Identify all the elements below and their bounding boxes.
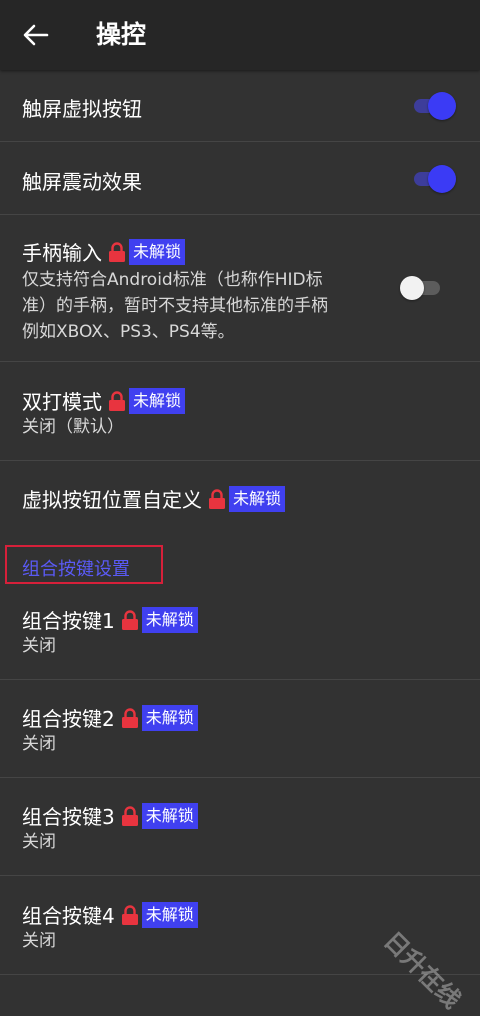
arrow-left-icon [23,24,49,46]
setting-description: 仅支持符合Android标准（也称作HID标 准）的手柄，暂时不支持其他标准的手… [22,267,328,345]
setting-title-group: 组合按键2 未解锁 [22,703,198,732]
touch-vibration-toggle[interactable] [410,165,456,193]
setting-title-group: 虚拟按钮位置自定义 未解锁 [22,484,286,513]
setting-title-group: 组合按键1 未解锁 [22,605,198,634]
setting-label: 组合按键2 [22,707,115,731]
setting-label: 触屏震动效果 [22,170,142,194]
combo-key-1[interactable]: 组合按键1 未解锁 关闭 [0,587,480,680]
locked-badge: 未解锁 [129,238,186,265]
gamepad-input-toggle[interactable] [400,274,446,302]
description-line: 仅支持符合Android标准（也称作HID标 [22,270,323,290]
setting-label: 双打模式 [22,390,102,414]
locked-badge: 未解锁 [141,606,198,633]
back-button[interactable] [14,15,58,55]
description-line: 例如XBOX、PS3、PS4等。 [22,322,235,342]
lock-icon [121,707,139,728]
setting-value: 关闭 [22,832,56,852]
setting-custom-layout[interactable]: 虚拟按钮位置自定义 未解锁 [0,461,480,537]
locked-badge: 未解锁 [141,802,198,829]
setting-label: 虚拟按钮位置自定义 [22,488,202,512]
locked-badge: 未解锁 [129,387,186,414]
setting-touch-vibration[interactable]: 触屏震动效果 [0,142,480,215]
setting-label: 组合按键4 [22,904,115,928]
description-line: 准）的手柄，暂时不支持其他标准的手柄 [22,296,328,316]
setting-label: 手柄输入 [22,241,102,265]
toggle-thumb [400,276,424,300]
settings-screen: 操控 触屏虚拟按钮 触屏震动效果 手柄输入 未解锁 仅支持符合Android标准… [0,0,480,1016]
lock-icon [208,488,226,509]
locked-badge: 未解锁 [229,485,286,512]
setting-value: 关闭（默认） [22,417,124,437]
setting-title-group: 双打模式 未解锁 [22,386,186,415]
toggle-thumb [428,92,456,120]
lock-icon [121,805,139,826]
lock-icon [108,241,126,262]
setting-gamepad-input[interactable]: 手柄输入 未解锁 仅支持符合Android标准（也称作HID标 准）的手柄，暂时… [0,215,480,362]
combo-key-3[interactable]: 组合按键3 未解锁 关闭 [0,778,480,876]
setting-value: 关闭 [22,734,56,754]
setting-label: 组合按键1 [22,609,115,633]
touch-buttons-toggle[interactable] [410,92,456,120]
setting-touch-buttons[interactable]: 触屏虚拟按钮 [0,70,480,142]
lock-icon [121,609,139,630]
lock-icon [121,904,139,925]
setting-turbo-mode[interactable]: 双打模式 未解锁 关闭（默认） [0,362,480,461]
lock-icon [108,390,126,411]
setting-label: 触屏虚拟按钮 [22,97,142,121]
setting-title-group: 组合按键3 未解锁 [22,801,198,830]
setting-title-group: 手柄输入 未解锁 [22,237,186,266]
setting-title-group: 组合按键4 未解锁 [22,900,198,929]
app-bar: 操控 [0,0,480,70]
setting-label: 组合按键3 [22,805,115,829]
setting-value: 关闭 [22,636,56,656]
combo-section-header: 组合按键设置 [5,545,163,584]
combo-key-2[interactable]: 组合按键2 未解锁 关闭 [0,680,480,778]
locked-badge: 未解锁 [141,704,198,731]
section-title: 组合按键设置 [22,559,130,580]
locked-badge: 未解锁 [141,901,198,928]
page-title: 操控 [96,20,147,49]
toggle-thumb [428,165,456,193]
setting-value: 关闭 [22,931,56,951]
